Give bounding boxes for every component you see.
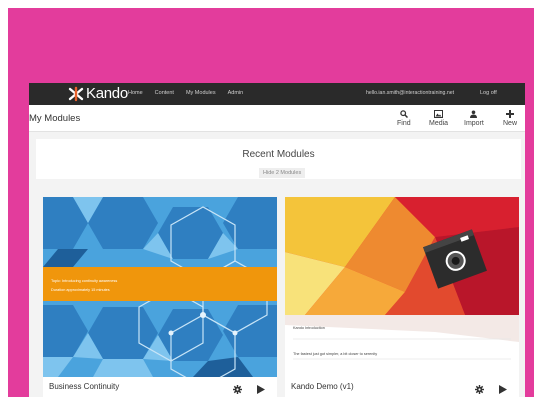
media-button[interactable]: Media [429,109,448,127]
image-icon [429,109,448,118]
user-email-link[interactable]: hello.ian.smith@interactiontraining.net [366,90,454,96]
module-info-band: Topic: Introducing continuity awareness … [43,267,277,301]
nav-link-content[interactable]: Content [155,90,174,96]
kando-app-window: Kando Home Content My Modules Admin hell… [29,83,525,397]
recent-modules-panel: Recent Modules Hide 2 Modules [36,139,521,179]
gear-icon[interactable] [475,381,484,397]
nav-links: Home Content My Modules Admin [128,90,243,96]
find-label: Find [397,120,411,127]
nav-link-my-modules[interactable]: My Modules [186,90,216,96]
module-subtitle-text: Kando Introduction [293,326,325,330]
module-description-text: The fastest just got simpler, a bit clos… [293,352,378,356]
import-label: Import [464,120,484,127]
page-title: My Modules [29,113,81,124]
module-card-kando-demo[interactable]: Kando Introduction The fastest just got … [285,197,519,397]
find-button[interactable]: Find [397,109,411,127]
module-topic-text: Topic: Introducing continuity awareness [51,279,118,283]
logo-text: Kando [86,85,128,102]
module-name[interactable]: Kando Demo (v1) [291,382,354,391]
upload-user-icon [464,109,484,118]
module-thumbnail[interactable]: Topic: Introducing continuity awareness … [43,197,277,377]
gear-icon[interactable] [233,381,242,397]
module-duration-text: Duration approximately 15 minutes [51,288,110,292]
module-name[interactable]: Business Continuity [49,382,119,391]
module-card-footer: Kando Demo (v1) [285,377,519,397]
media-label: Media [429,120,449,127]
search-icon [397,109,411,118]
hide-modules-button[interactable]: Hide 2 Modules [259,168,306,178]
polygon-camera-image [285,197,519,377]
recent-modules-title: Recent Modules [242,149,315,160]
new-label: New [503,120,518,127]
new-button[interactable]: New [503,109,517,127]
plus-icon [503,109,517,118]
module-card-footer: Business Continuity [43,377,277,397]
play-icon[interactable] [499,381,507,397]
kando-logo-icon [68,86,84,101]
nav-link-home[interactable]: Home [128,90,143,96]
module-thumbnail[interactable]: Kando Introduction The fastest just got … [285,197,519,377]
log-off-link[interactable]: Log off [480,90,497,96]
module-card-business-continuity[interactable]: Topic: Introducing continuity awareness … [43,197,277,397]
top-navigation-bar: Kando Home Content My Modules Admin hell… [29,83,525,105]
import-button[interactable]: Import [464,109,484,127]
toolbar: My Modules Find Media Import New [29,105,525,132]
kando-logo[interactable]: Kando [67,85,128,102]
play-icon[interactable] [257,381,265,397]
nav-link-admin[interactable]: Admin [228,90,244,96]
